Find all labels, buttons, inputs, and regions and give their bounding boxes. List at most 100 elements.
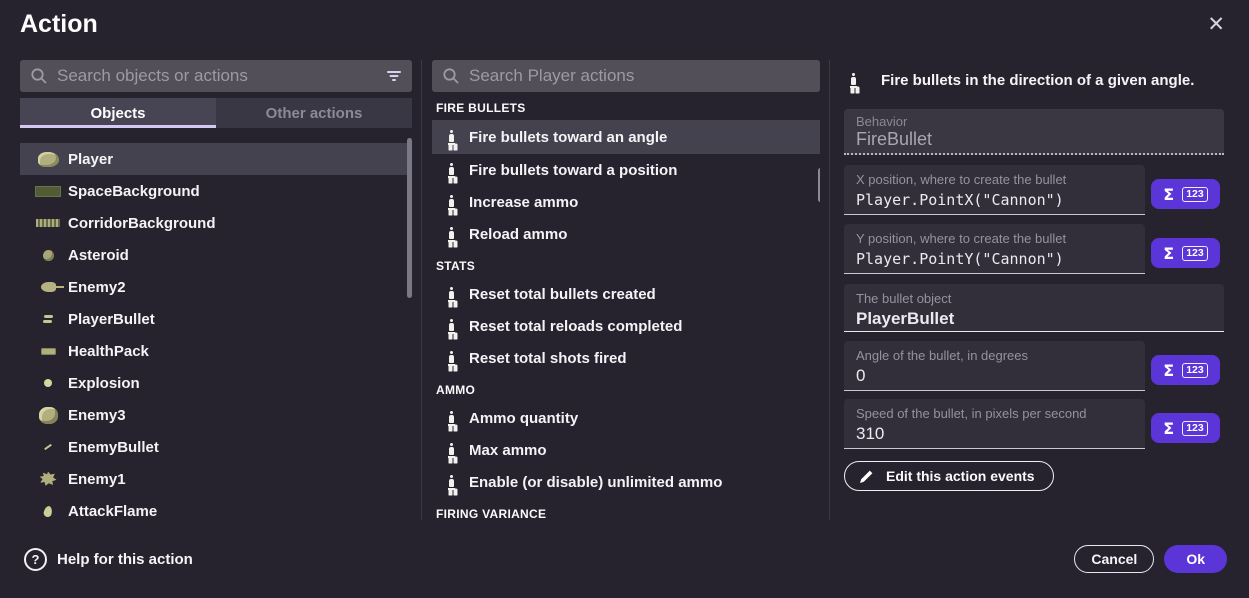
speed-label: Speed of the bullet, in pixels per secon… — [856, 405, 1133, 422]
action-row[interactable]: Reset total reloads completed — [432, 310, 820, 342]
action-row[interactable]: Max ammo — [432, 434, 820, 466]
actions-list: FIRE BULLETSFire bullets toward an angle… — [432, 96, 820, 522]
angle-expression-editor-button[interactable]: Σ 123 — [1151, 355, 1220, 385]
search-icon — [442, 67, 460, 85]
object-label: Asteroid — [68, 247, 129, 264]
space-background-icon — [34, 186, 62, 197]
angle-value[interactable]: 0 — [856, 364, 1133, 388]
ok-button[interactable]: Ok — [1164, 545, 1227, 573]
tab-objects[interactable]: Objects — [20, 98, 216, 128]
speed-field[interactable]: Speed of the bullet, in pixels per secon… — [844, 399, 1145, 449]
bullet-action-icon — [448, 443, 457, 458]
action-row[interactable]: Reload ammo — [432, 218, 820, 250]
edit-action-events-label: Edit this action events — [886, 468, 1035, 484]
numbers-icon: 123 — [1182, 363, 1208, 378]
behavior-label: Behavior — [856, 114, 1212, 129]
action-row[interactable]: Fire bullets toward a position — [432, 154, 820, 186]
bullet-action-icon — [448, 319, 457, 334]
object-label: PlayerBullet — [68, 311, 155, 328]
objects-scrollbar[interactable] — [407, 138, 412, 298]
help-label: Help for this action — [57, 551, 193, 568]
y-position-label: Y position, where to create the bullet — [856, 230, 1133, 247]
bullet-action-icon — [850, 73, 859, 88]
bullet-action-icon — [448, 227, 457, 242]
speed-value[interactable]: 310 — [856, 422, 1133, 446]
x-position-field[interactable]: X position, where to create the bullet P… — [844, 165, 1145, 215]
object-label: Enemy2 — [68, 279, 126, 296]
action-row[interactable]: Increase ammo — [432, 186, 820, 218]
health-pack-icon — [34, 348, 62, 355]
object-row[interactable]: Explosion — [20, 367, 412, 399]
action-row[interactable]: Reset total shots fired — [432, 342, 820, 374]
object-row[interactable]: Enemy1 — [20, 463, 412, 495]
object-row[interactable]: HealthPack — [20, 335, 412, 367]
numbers-icon: 123 — [1182, 187, 1208, 202]
angle-label: Angle of the bullet, in degrees — [856, 347, 1133, 364]
object-row[interactable]: Enemy2 — [20, 271, 412, 303]
objects-panel: Objects Other actions Player SpaceBackgro… — [20, 60, 412, 522]
sigma-icon: Σ — [1163, 185, 1174, 204]
close-icon[interactable]: ✕ — [1207, 14, 1225, 35]
filter-icon[interactable] — [386, 70, 402, 82]
action-row[interactable]: Enable (or disable) unlimited ammo — [432, 466, 820, 498]
object-label: Explosion — [68, 375, 140, 392]
action-row[interactable]: Ammo quantity — [432, 402, 820, 434]
explosion-icon — [34, 379, 62, 387]
action-category-header: FIRE BULLETS — [432, 96, 820, 120]
x-expression-editor-button[interactable]: Σ 123 — [1151, 179, 1220, 209]
tab-other-actions[interactable]: Other actions — [216, 98, 412, 128]
actions-search-input[interactable] — [469, 66, 810, 86]
left-tabs: Objects Other actions — [20, 98, 412, 128]
actions-panel: FIRE BULLETSFire bullets toward an angle… — [432, 60, 820, 522]
attack-flame-icon — [34, 506, 62, 517]
behavior-value: FireBullet — [856, 129, 1212, 150]
action-category-header: FIRING VARIANCE — [432, 502, 820, 522]
bullet-object-value[interactable]: PlayerBullet — [856, 307, 1212, 331]
angle-field[interactable]: Angle of the bullet, in degrees 0 — [844, 341, 1145, 391]
actions-scrollbar[interactable] — [818, 168, 820, 202]
object-row[interactable]: CorridorBackground — [20, 207, 412, 239]
sigma-icon: Σ — [1163, 244, 1174, 263]
enemy-bullet-icon — [34, 446, 62, 448]
object-label: Player — [68, 151, 113, 168]
pencil-icon — [859, 469, 874, 484]
y-position-value[interactable]: Player.PointY("Cannon") — [856, 247, 1133, 271]
dialog-footer: ? Help for this action Cancel Ok — [0, 520, 1249, 598]
action-label: Reload ammo — [469, 226, 567, 243]
help-link[interactable]: ? Help for this action — [24, 548, 193, 571]
y-position-field[interactable]: Y position, where to create the bullet P… — [844, 224, 1145, 274]
action-label: Reset total reloads completed — [469, 318, 682, 335]
dialog-title: Action — [20, 10, 98, 39]
action-category-header: AMMO — [432, 378, 820, 402]
object-label: AttackFlame — [68, 503, 157, 520]
object-label: CorridorBackground — [68, 215, 216, 232]
object-row[interactable]: EnemyBullet — [20, 431, 412, 463]
panel-divider — [421, 60, 422, 520]
action-row[interactable]: Fire bullets toward an angle — [432, 120, 820, 154]
x-position-value[interactable]: Player.PointX("Cannon") — [856, 188, 1133, 212]
corridor-background-icon — [34, 219, 62, 227]
object-row[interactable]: Asteroid — [20, 239, 412, 271]
object-row[interactable]: Player — [20, 143, 412, 175]
search-icon — [30, 67, 48, 85]
objects-search-input[interactable] — [57, 66, 377, 86]
y-expression-editor-button[interactable]: Σ 123 — [1151, 238, 1220, 268]
enemy3-icon — [34, 407, 62, 424]
action-label: Enable (or disable) unlimited ammo — [469, 474, 722, 491]
object-row[interactable]: SpaceBackground — [20, 175, 412, 207]
object-row[interactable]: PlayerBullet — [20, 303, 412, 335]
object-label: EnemyBullet — [68, 439, 159, 456]
object-row[interactable]: Enemy3 — [20, 399, 412, 431]
enemy1-icon — [34, 472, 62, 487]
object-label: Enemy3 — [68, 407, 126, 424]
action-label: Reset total shots fired — [469, 350, 627, 367]
cancel-button[interactable]: Cancel — [1074, 545, 1154, 573]
speed-expression-editor-button[interactable]: Σ 123 — [1151, 413, 1220, 443]
action-row[interactable]: Reset total bullets created — [432, 278, 820, 310]
bullet-object-field[interactable]: The bullet object PlayerBullet — [844, 284, 1224, 332]
action-config-panel: Fire bullets in the direction of a given… — [844, 60, 1224, 491]
action-label: Increase ammo — [469, 194, 578, 211]
edit-action-events-button[interactable]: Edit this action events — [844, 461, 1054, 491]
sigma-icon: Σ — [1163, 361, 1174, 380]
numbers-icon: 123 — [1182, 246, 1208, 261]
